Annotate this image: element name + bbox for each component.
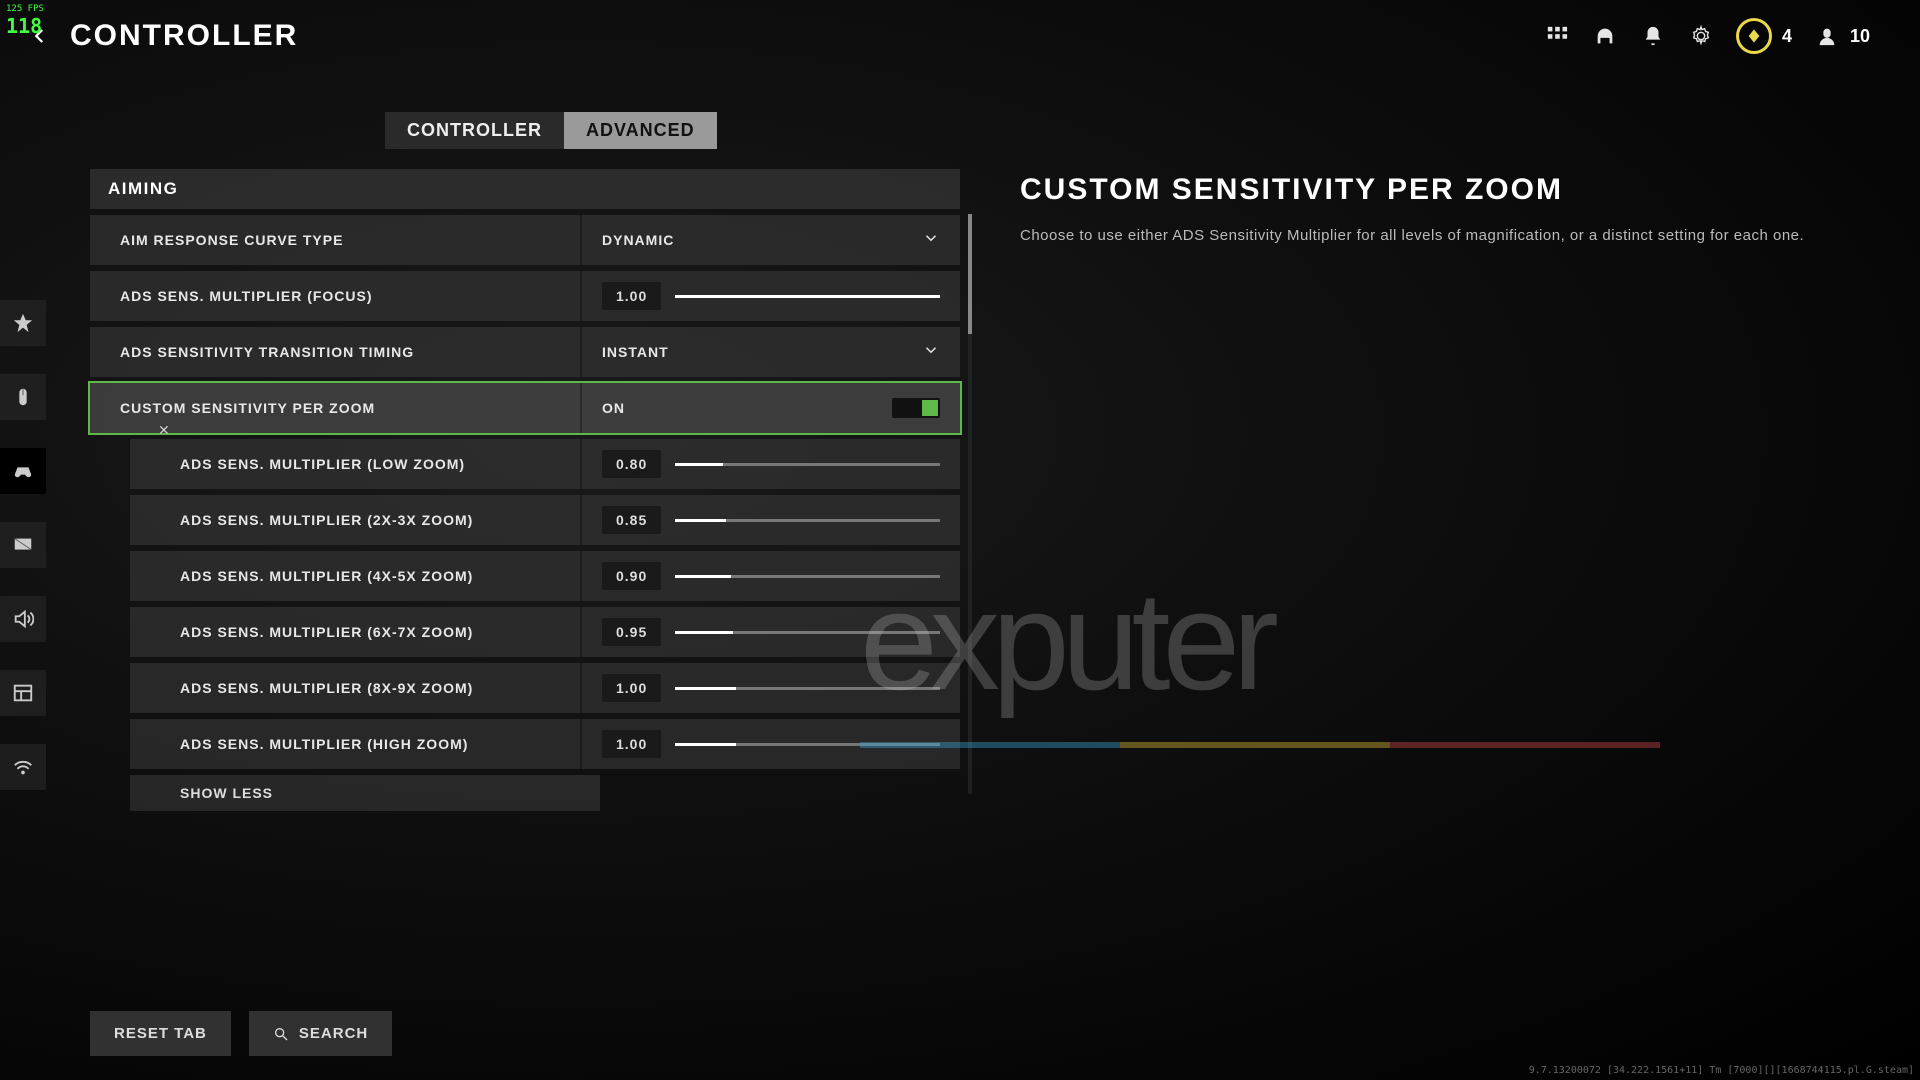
detail-description: Choose to use either ADS Sensitivity Mul… [1020,225,1830,248]
sidebar-item-quick[interactable] [0,300,46,346]
watermark-bar [860,742,1660,748]
sidebar-item-network[interactable] [0,744,46,790]
tab-advanced[interactable]: ADVANCED [564,112,717,149]
toggle-on[interactable] [892,398,940,418]
apps-icon[interactable] [1544,23,1570,49]
label: AIM RESPONSE CURVE TYPE [90,232,580,248]
gear-icon[interactable] [1688,23,1714,49]
value: 1.00 [602,674,661,702]
page-title: CONTROLLER [70,19,298,53]
search-button[interactable]: SEARCH [249,1011,392,1056]
section-header-aiming: AIMING [90,169,960,209]
row-ads-focus[interactable]: ADS SENS. MULTIPLIER (FOCUS) 1.00 [90,271,960,321]
row-transition-timing[interactable]: ADS SENSITIVITY TRANSITION TIMING INSTAN… [90,327,960,377]
value: ON [602,400,625,416]
sidebar-item-mouse[interactable] [0,374,46,420]
slider[interactable] [675,463,940,466]
collapse-icon[interactable]: ✕ [158,422,170,439]
scrollbar[interactable] [968,214,972,794]
currency-badge[interactable]: 4 [1736,18,1792,54]
label: ADS SENS. MULTIPLIER (2X-3X ZOOM) [130,512,580,528]
row-4x5x-zoom[interactable]: ADS SENS. MULTIPLIER (4X-5X ZOOM) 0.90 [130,551,960,601]
fps-overlay: 118 [6,14,42,38]
sidebar-item-controller[interactable] [0,448,46,494]
slider[interactable] [675,575,940,578]
row-high-zoom[interactable]: ADS SENS. MULTIPLIER (HIGH ZOOM) 1.00 [130,719,960,769]
label: CUSTOM SENSITIVITY PER ZOOM [90,400,580,416]
slider[interactable] [675,631,940,634]
label: ADS SENS. MULTIPLIER (HIGH ZOOM) [130,736,580,752]
label: ADS SENS. MULTIPLIER (4X-5X ZOOM) [130,568,580,584]
row-aim-response-curve[interactable]: AIM RESPONSE CURVE TYPE DYNAMIC [90,215,960,265]
slider[interactable] [675,295,940,298]
value: 1.00 [602,730,661,758]
label: ADS SENS. MULTIPLIER (FOCUS) [90,288,580,304]
header-bar: CONTROLLER 4 10 [0,0,1920,72]
value: 0.95 [602,618,661,646]
row-8x9x-zoom[interactable]: ADS SENS. MULTIPLIER (8X-9X ZOOM) 1.00 [130,663,960,713]
currency-count: 4 [1782,26,1792,47]
tab-controller[interactable]: CONTROLLER [385,112,564,149]
chevron-down-icon [922,341,940,364]
reset-tab-button[interactable]: RESET TAB [90,1011,231,1056]
party-badge[interactable]: 10 [1814,23,1870,49]
label: ADS SENS. MULTIPLIER (LOW ZOOM) [130,456,580,472]
sidebar-item-display[interactable] [0,522,46,568]
value: 0.85 [602,506,661,534]
label: ADS SENS. MULTIPLIER (8X-9X ZOOM) [130,680,580,696]
value: 0.80 [602,450,661,478]
row-low-zoom[interactable]: ADS SENS. MULTIPLIER (LOW ZOOM) 0.80 [130,439,960,489]
label: ADS SENSITIVITY TRANSITION TIMING [90,344,580,360]
sidebar-item-audio[interactable] [0,596,46,642]
sidebar [0,300,46,790]
value: INSTANT [602,344,669,360]
headset-icon[interactable] [1592,23,1618,49]
value: 0.90 [602,562,661,590]
label: ADS SENS. MULTIPLIER (6X-7X ZOOM) [130,624,580,640]
row-custom-sensitivity-zoom[interactable]: CUSTOM SENSITIVITY PER ZOOM ON [90,383,960,433]
slider[interactable] [675,519,940,522]
slider[interactable] [675,687,940,690]
party-count: 10 [1850,26,1870,47]
chevron-down-icon [922,229,940,252]
version-string: 9.7.13200072 [34.222.1561+11] Tm [7000][… [1529,1065,1914,1076]
show-less-button[interactable]: SHOW LESS [130,775,600,811]
bell-icon[interactable] [1640,23,1666,49]
row-2x3x-zoom[interactable]: ADS SENS. MULTIPLIER (2X-3X ZOOM) 0.85 [130,495,960,545]
detail-title: CUSTOM SENSITIVITY PER ZOOM [1020,173,1830,207]
fps-overlay-small: 125 FPS [6,4,44,14]
sidebar-item-interface[interactable] [0,670,46,716]
value: DYNAMIC [602,232,674,248]
row-6x7x-zoom[interactable]: ADS SENS. MULTIPLIER (6X-7X ZOOM) 0.95 [130,607,960,657]
value: 1.00 [602,282,661,310]
